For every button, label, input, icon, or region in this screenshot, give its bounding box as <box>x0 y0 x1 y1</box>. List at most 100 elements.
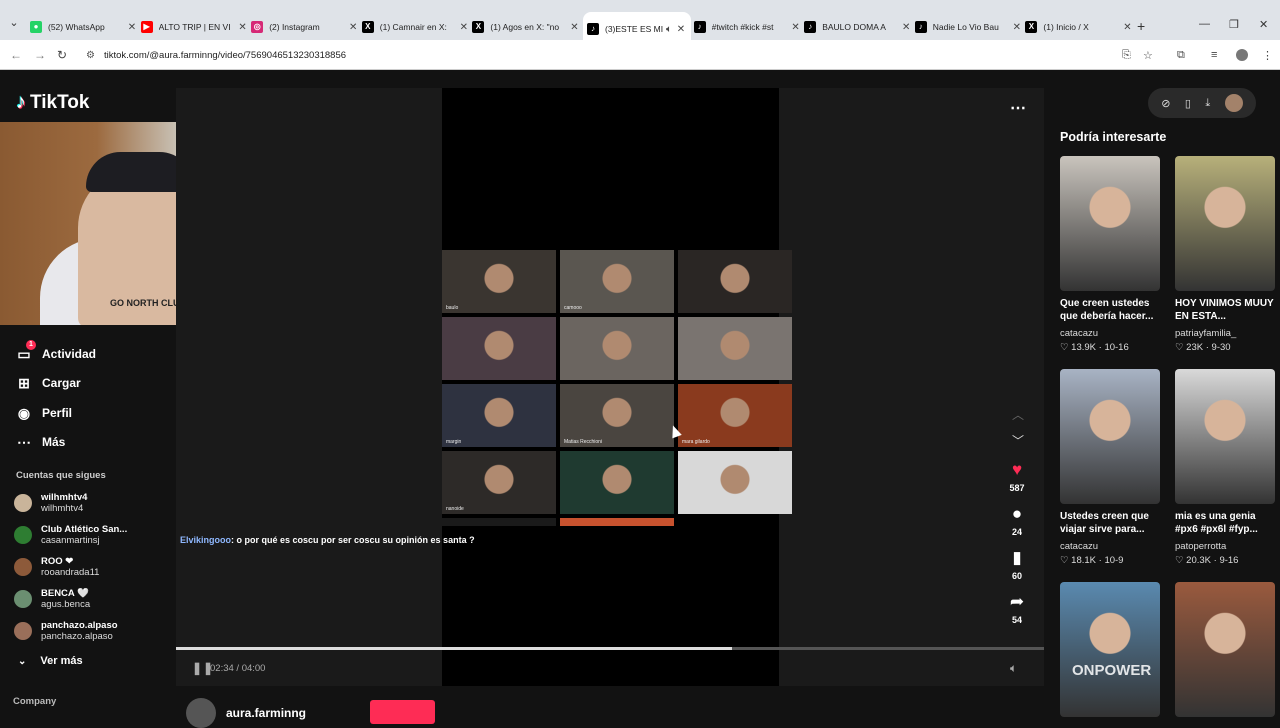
card-author[interactable]: patoperrotta <box>1175 541 1275 552</box>
card-author[interactable]: catacazu <box>1060 328 1160 339</box>
close-tab-icon[interactable]: ✕ <box>568 22 580 33</box>
install-icon[interactable]: ⎘ <box>1122 49 1131 62</box>
sidebar-item[interactable]: ◉ Perfil <box>16 398 96 428</box>
tiktok-note-icon: ♪ <box>16 91 26 113</box>
card-likes: 13.9K <box>1071 342 1096 353</box>
heart-outline-icon: ♡ <box>1175 555 1184 566</box>
recommendation-card[interactable]: Que creen ustedes que debería hacer... ca… <box>1060 156 1160 353</box>
browser-tab[interactable]: X (1) Inicio / X ✕ <box>1025 16 1133 38</box>
sidebar-item[interactable]: ⊞ Cargar <box>16 369 96 399</box>
card-thumbnail[interactable] <box>1060 156 1160 291</box>
card-thumbnail[interactable] <box>1060 369 1160 504</box>
speaker-icon[interactable]: 🔈︎ <box>663 24 675 35</box>
browser-tab[interactable]: ♪ #twitch #kick #st ✕ <box>693 16 802 38</box>
recommendation-card[interactable]: mia es una genia #px6 #px6l #fyp... patop… <box>1175 369 1275 566</box>
card-likes: 18.1K <box>1071 555 1096 566</box>
followed-account[interactable]: wilhmhtv4 wilhmhtv4 <box>14 490 87 516</box>
heart-icon: ♥ <box>1011 460 1023 479</box>
sidebar-item[interactable]: ⋯ Más <box>16 428 96 458</box>
whatsapp-icon: ● <box>30 21 42 33</box>
sidebar-item[interactable]: ▭ 1 Actividad <box>16 339 96 369</box>
comment-button[interactable]: ● 24 <box>1002 504 1032 537</box>
user-avatar[interactable] <box>1224 94 1243 112</box>
like-button[interactable]: ♥ 587 <box>1002 460 1032 493</box>
profile-avatar-icon[interactable] <box>1236 49 1248 61</box>
reload-icon[interactable]: ↻ <box>57 48 67 62</box>
close-tab-icon[interactable]: ✕ <box>900 22 912 33</box>
browser-tab[interactable]: ▶ ALTO TRIP | EN VI ✕ <box>140 16 249 38</box>
bookmark-star-icon[interactable]: ☆ <box>1143 49 1153 62</box>
recommendation-card[interactable]: Ustedes creen que viajar sirve para... ca… <box>1060 369 1160 566</box>
progress-bar[interactable] <box>176 647 1044 650</box>
followed-account[interactable]: BENCA 🤍 agus.benca <box>14 586 90 612</box>
download-icon[interactable]: ⤓ <box>1205 97 1210 110</box>
forward-icon[interactable]: → <box>34 48 46 62</box>
extensions-icon[interactable]: ⧉ <box>1177 49 1185 62</box>
company-link[interactable]: Company <box>13 696 56 707</box>
participant-tile-partial <box>442 518 556 526</box>
site-info-icon[interactable]: ⚙ <box>86 45 95 67</box>
volume-icon[interactable]: 🔈︎ <box>1010 661 1017 676</box>
device-icon[interactable]: ▯ <box>1185 97 1191 110</box>
share-icon: ➦ <box>1009 592 1025 611</box>
new-tab-button[interactable]: + <box>1137 18 1145 34</box>
card-date: 9-16 <box>1219 555 1239 566</box>
back-icon[interactable]: ← <box>10 48 22 62</box>
author-row[interactable]: aura.farminng <box>186 698 306 728</box>
recommendation-card[interactable]: HOY VINIMOS MUUY EN ESTA... patriayfamili… <box>1175 156 1275 353</box>
close-window-icon[interactable]: ✕ <box>1259 18 1268 31</box>
card-thumbnail[interactable] <box>1175 156 1275 291</box>
browser-tab[interactable]: ♪ Nadie Lo Vio Bau ✕ <box>914 16 1023 38</box>
close-tab-icon[interactable]: ✕ <box>237 22 249 33</box>
followed-account[interactable]: ROO ❤ rooandrada11 <box>14 554 99 580</box>
see-more-button[interactable]: ⌄ Ver más <box>18 655 83 667</box>
close-tab-icon[interactable]: ✕ <box>675 24 687 35</box>
card-thumbnail[interactable]: ONPOWER <box>1060 582 1160 717</box>
tiktok-logo[interactable]: ♪ TikTok <box>16 91 89 114</box>
follow-button[interactable] <box>370 700 435 724</box>
browser-tab[interactable]: ♪ BAULO DOMA A ✕ <box>804 16 912 38</box>
url-field[interactable]: ⚙ tiktok.com/@aura.farminng/video/756904… <box>80 45 1100 67</box>
account-avatar <box>14 590 32 608</box>
restore-icon[interactable]: ❐ <box>1229 18 1239 31</box>
video-player[interactable]: baulo camooo margin Matias Recchioni mara gi… <box>176 88 1044 686</box>
author-name[interactable]: aura.farminng <box>226 706 306 720</box>
close-tab-icon[interactable]: ✕ <box>1121 22 1133 33</box>
participant-label: margin <box>446 439 462 445</box>
card-thumbnail[interactable] <box>1175 582 1275 717</box>
compass-icon[interactable]: ⊘ <box>1161 97 1170 110</box>
account-username: wilhmhtv4 <box>41 503 84 514</box>
participant-tile <box>560 317 674 380</box>
browser-tab[interactable]: ◎ (2) Instagram ✕ <box>251 16 359 38</box>
close-tab-icon[interactable]: ✕ <box>126 22 138 33</box>
close-tab-icon[interactable]: ✕ <box>347 22 359 33</box>
video-frame[interactable]: baulo camooo margin Matias Recchioni mara gi… <box>442 88 792 686</box>
minimize-icon[interactable]: — <box>1199 18 1210 30</box>
close-tab-icon[interactable]: ✕ <box>790 22 802 33</box>
author-avatar[interactable] <box>186 698 216 728</box>
card-author[interactable]: catacazu <box>1060 541 1160 552</box>
browser-tab[interactable]: ● (52) WhatsApp ✕ <box>30 16 138 38</box>
tab-title: (1) Inicio / X <box>1043 22 1089 32</box>
share-button[interactable]: ➦ 54 <box>1002 592 1032 625</box>
recommendation-card[interactable] <box>1175 582 1275 717</box>
tab-title: BAULO DOMA A <box>822 22 886 32</box>
previous-video-icon[interactable]: ︿ <box>1012 406 1024 423</box>
close-tab-icon[interactable]: ✕ <box>458 22 470 33</box>
more-options-icon[interactable]: ⋯ <box>1010 98 1026 118</box>
account-name: ROO ❤ <box>41 556 74 567</box>
recommendation-card[interactable]: ONPOWER <box>1060 582 1160 717</box>
close-tab-icon[interactable]: ✕ <box>1011 22 1023 33</box>
media-controls-icon[interactable]: ≡ <box>1211 49 1217 61</box>
browser-tab[interactable]: X (1) Camnair en X: ✕ <box>361 16 470 38</box>
browser-tab[interactable]: X (1) Agos en X: "no ✕ <box>472 16 580 38</box>
chrome-menu-icon[interactable]: ⋮ <box>1262 49 1273 62</box>
followed-account[interactable]: Club Atlético San... casanmartinsj <box>14 522 127 548</box>
save-button[interactable]: ▮ 60 <box>1002 548 1032 581</box>
next-video-icon[interactable]: ﹀ <box>1012 432 1024 449</box>
tab-search-icon[interactable]: ⌄ <box>6 16 22 32</box>
card-thumbnail[interactable] <box>1175 369 1275 504</box>
followed-account[interactable]: panchazo.alpaso panchazo.alpaso <box>14 618 118 644</box>
card-author[interactable]: patriayfamilia_ <box>1175 328 1275 339</box>
participant-tile: mara gilardo <box>678 384 792 447</box>
